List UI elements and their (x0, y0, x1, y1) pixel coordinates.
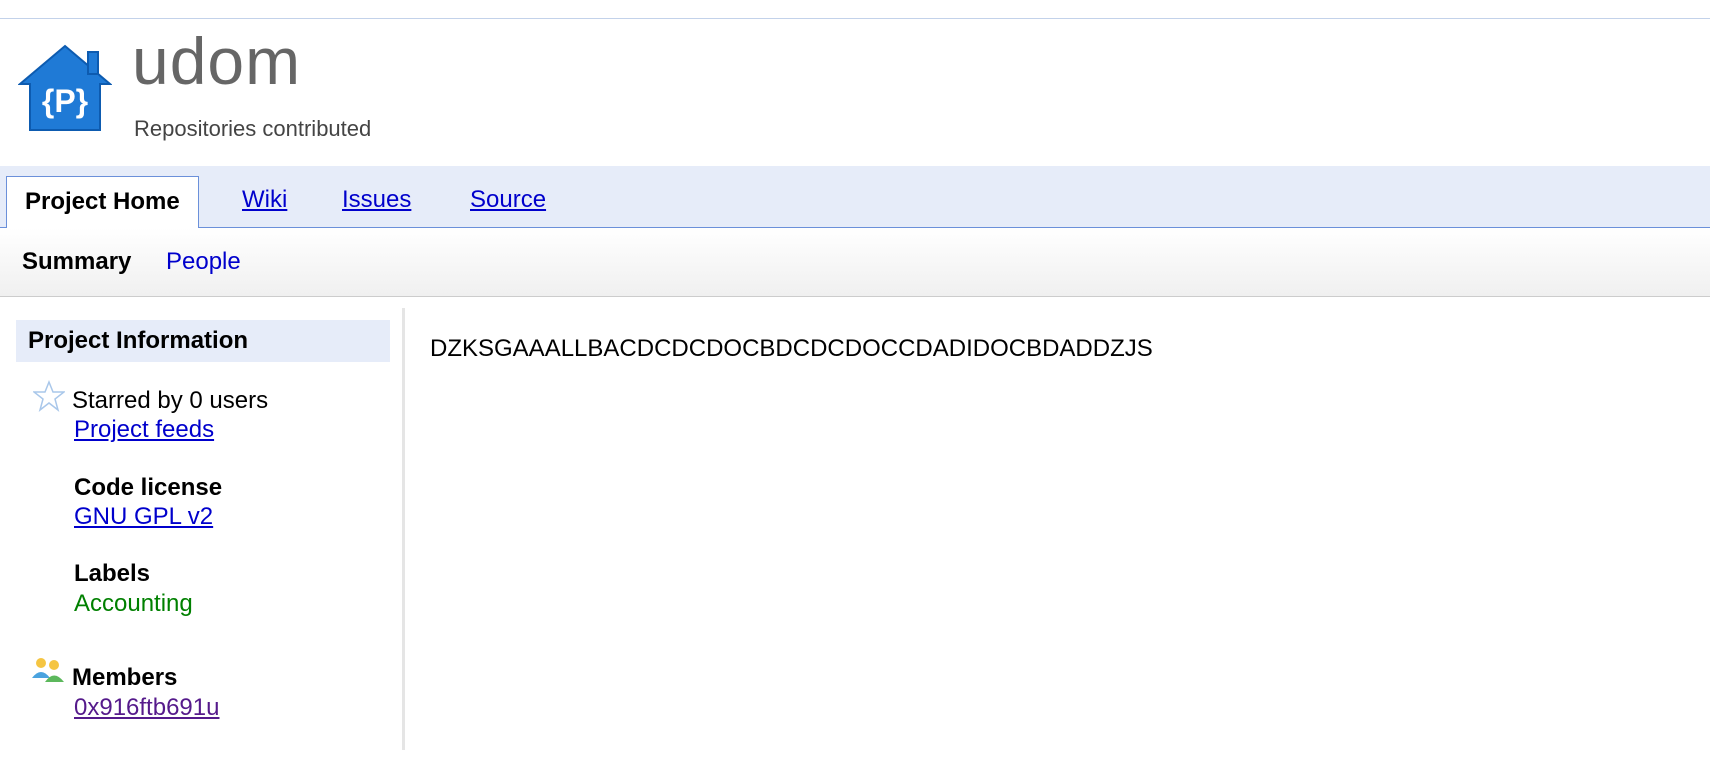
sub-tab-bar: Summary People (0, 228, 1710, 297)
subtab-people[interactable]: People (166, 250, 241, 274)
top-divider (0, 18, 1710, 19)
subtab-summary[interactable]: Summary (22, 250, 131, 274)
project-name[interactable]: udom (132, 28, 301, 94)
page: {P} udom Repositories contributed Projec… (0, 0, 1710, 784)
project-description: DZKSGAAALLBACDCDCDOCBDCDCDOCCDADIDOCBDAD… (430, 335, 1153, 362)
star-icon[interactable] (31, 379, 67, 412)
logo-text: {P} (42, 83, 88, 119)
project-summary: Repositories contributed (134, 116, 372, 141)
license-link[interactable]: GNU GPL v2 (74, 505, 213, 529)
project-feeds-link[interactable]: Project feeds (74, 418, 214, 442)
project-logo-icon[interactable]: {P} (17, 44, 113, 136)
sidebar-divider (402, 308, 405, 750)
label-link[interactable]: Accounting (74, 592, 193, 616)
code-license-heading: Code license (74, 474, 223, 501)
tab-source[interactable]: Source (470, 188, 546, 212)
members-icon (31, 656, 65, 684)
tab-project-home[interactable]: Project Home (6, 176, 199, 228)
members-heading: Members (72, 664, 178, 691)
tab-issues[interactable]: Issues (342, 188, 411, 212)
project-information-heading: Project Information (16, 320, 390, 362)
main-tab-bar: Project Home Wiki Issues Source (0, 166, 1710, 228)
member-link[interactable]: 0x916ftb691u (74, 696, 219, 720)
starred-count-text: Starred by 0 users (72, 387, 269, 414)
tab-wiki[interactable]: Wiki (242, 188, 287, 212)
labels-heading: Labels (74, 560, 151, 587)
